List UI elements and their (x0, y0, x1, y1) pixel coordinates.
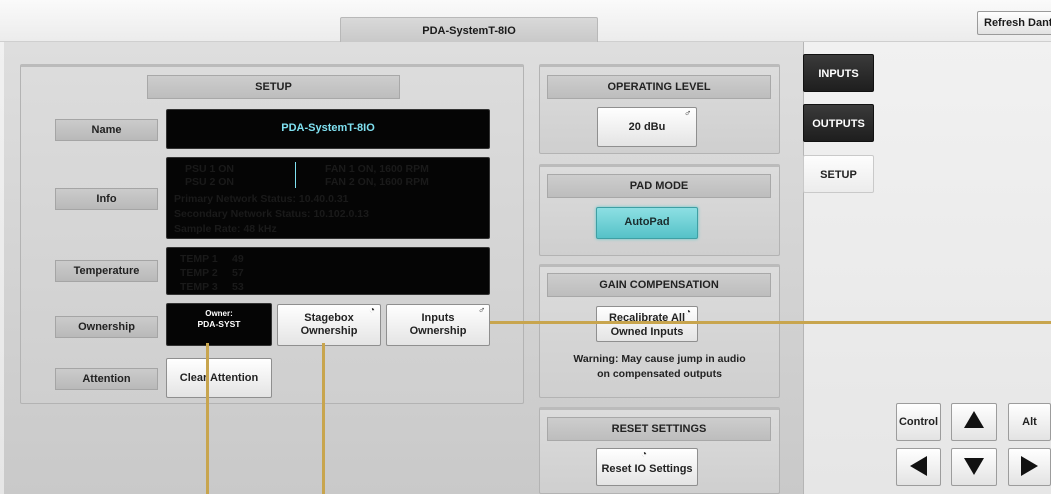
name-label: Name (55, 119, 158, 141)
refresh-dante-button[interactable]: Refresh Dante (977, 11, 1051, 35)
info-divider (295, 162, 296, 188)
recalibrate-line2: Owned Inputs (610, 326, 684, 338)
pad-mode-title: PAD MODE (547, 174, 771, 198)
left-arrow-key[interactable] (896, 448, 941, 486)
recalibrate-button[interactable]: Recalibrate All Owned Inputs (596, 306, 698, 342)
inputs-ownership-line1: Inputs (421, 312, 455, 324)
guide-line-vertical-2 (322, 343, 325, 494)
left-arrow-icon (910, 456, 927, 476)
control-key[interactable]: Control (896, 403, 941, 441)
tab-outputs[interactable]: OUTPUTS (803, 104, 874, 142)
attention-label: Attention (55, 368, 158, 390)
reset-settings-title: RESET SETTINGS (547, 417, 771, 441)
temp1-value: 49 (232, 253, 244, 265)
alt-key[interactable]: Alt (1008, 403, 1051, 441)
right-arrow-key[interactable] (1008, 448, 1051, 486)
warning-line1: Warning: May cause jump in audio (573, 353, 746, 365)
gain-compensation-title: GAIN COMPENSATION (547, 273, 771, 297)
down-arrow-key[interactable] (951, 448, 997, 486)
refresh-indicator-icon: ◔ (685, 307, 692, 318)
setup-panel-title: SETUP (147, 75, 400, 99)
down-arrow-icon (964, 458, 984, 475)
stagebox-ownership-line2: Ownership (300, 325, 358, 337)
psu1-status: PSU 1 ON (185, 163, 235, 175)
guide-line-horizontal (490, 321, 1051, 324)
device-tab[interactable]: PDA-SystemT-8IO (340, 17, 598, 43)
psu2-status: PSU 2 ON (185, 176, 235, 188)
warning-line2: on compensated outputs (597, 368, 722, 380)
secondary-network-status: Secondary Network Status: 10.102.0.13 (174, 208, 369, 220)
owner-display: Owner: PDA-SYST (166, 303, 272, 346)
refresh-indicator-icon: ◔ (369, 305, 376, 316)
inputs-ownership-line2: Ownership (409, 325, 467, 337)
up-arrow-icon (964, 411, 984, 428)
temp2-label: TEMP 2 (180, 267, 218, 279)
operating-level-button[interactable]: 20 dBu (597, 107, 697, 147)
tab-setup[interactable]: SETUP (803, 155, 874, 193)
temp1-label: TEMP 1 (180, 253, 218, 265)
dropdown-indicator-icon: ♂ (478, 305, 486, 316)
tab-inputs[interactable]: INPUTS (803, 54, 874, 92)
info-label: Info (55, 188, 158, 210)
temperature-label: Temperature (55, 260, 158, 282)
clear-attention-button[interactable]: Clear Attention (166, 358, 272, 398)
inputs-ownership-button[interactable]: Inputs Ownership (386, 304, 490, 346)
sample-rate-status: Sample Rate: 48 kHz (174, 223, 277, 235)
owner-title: Owner: (205, 309, 233, 318)
fan1-status: FAN 1 ON, 1600 RPM (325, 163, 429, 175)
dropdown-indicator-icon: ♂ (684, 108, 692, 119)
stagebox-ownership-button[interactable]: Stagebox Ownership (277, 304, 381, 346)
owner-value: PDA-SYST (197, 319, 241, 329)
refresh-indicator-icon: ◔ (641, 449, 648, 460)
temp2-value: 57 (232, 267, 244, 279)
operating-level-title: OPERATING LEVEL (547, 75, 771, 99)
name-display[interactable]: PDA-SystemT-8IO (166, 109, 490, 149)
guide-line-vertical-1 (206, 343, 209, 494)
temp3-value: 53 (232, 281, 244, 293)
ownership-label: Ownership (55, 316, 158, 338)
right-arrow-icon (1021, 456, 1038, 476)
stagebox-ownership-line1: Stagebox (304, 312, 354, 324)
primary-network-status: Primary Network Status: 10.40.0.31 (174, 193, 349, 205)
fan2-status: FAN 2 ON, 1600 RPM (325, 176, 429, 188)
autopad-button[interactable]: AutoPad (596, 207, 698, 239)
up-arrow-key[interactable] (951, 403, 997, 441)
temp3-label: TEMP 3 (180, 281, 218, 293)
